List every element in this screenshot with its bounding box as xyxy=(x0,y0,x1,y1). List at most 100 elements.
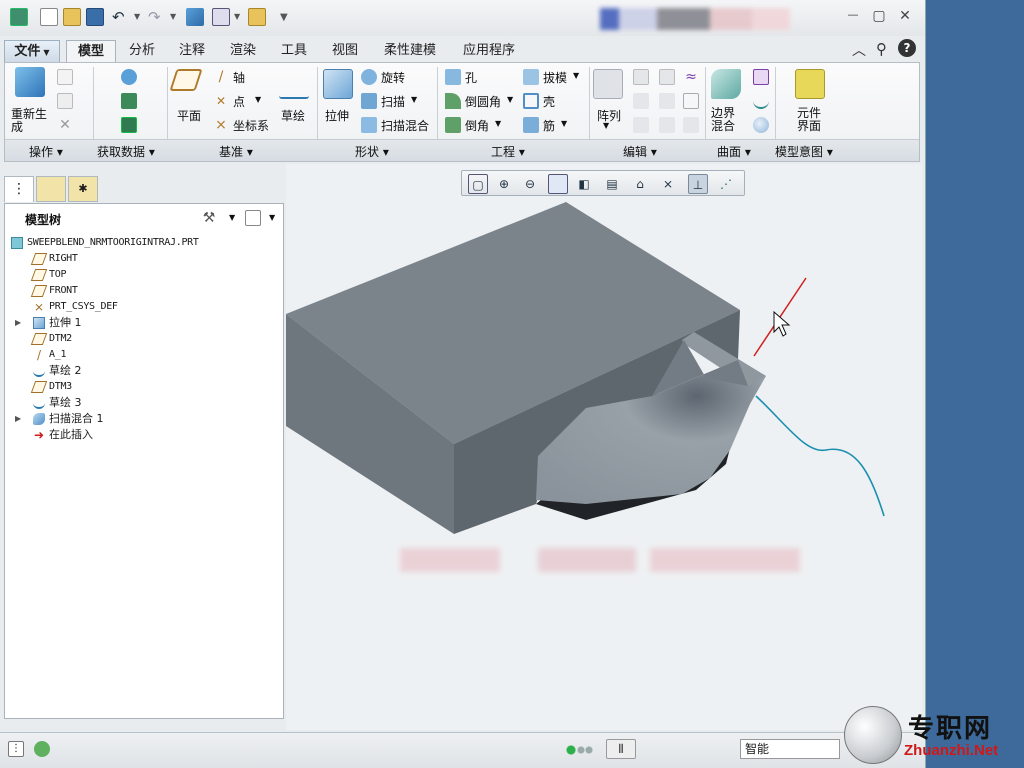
draft-icon[interactable] xyxy=(523,69,539,85)
extrude-icon[interactable] xyxy=(323,69,353,99)
tree-item[interactable]: ▶ 扫描混合 1 xyxy=(5,411,283,427)
shell-icon[interactable] xyxy=(523,93,539,109)
zoom-in-icon[interactable]: ⊕ xyxy=(494,174,514,194)
minimize-button[interactable]: — xyxy=(844,8,862,21)
tree-item[interactable]: ➜ 在此插入 xyxy=(5,427,283,443)
repaint-icon[interactable] xyxy=(548,174,568,194)
show-icon[interactable] xyxy=(245,210,261,226)
sweep-icon[interactable] xyxy=(361,93,377,109)
windows-icon[interactable] xyxy=(212,8,230,26)
trim-icon[interactable] xyxy=(659,93,675,109)
revolve-button[interactable]: 旋转 xyxy=(381,69,405,86)
tab-render[interactable]: 渲染 xyxy=(218,40,268,62)
solidify-icon[interactable] xyxy=(683,117,699,133)
view-manager-icon[interactable]: ⌂ xyxy=(630,174,650,194)
component-interface-icon[interactable] xyxy=(795,69,825,99)
chamfer-dropdown-icon[interactable]: ▼ xyxy=(495,119,501,128)
favorites-tab[interactable]: ✱ xyxy=(68,176,98,202)
undo-dropdown-icon[interactable]: ▼ xyxy=(134,12,140,21)
spin-center-icon[interactable]: ⋰ xyxy=(716,174,736,194)
shell-button[interactable]: 壳 xyxy=(543,93,555,110)
new-file-icon[interactable] xyxy=(40,8,58,26)
tab-applications[interactable]: 应用程序 xyxy=(450,40,528,62)
redo-icon[interactable]: ↷ xyxy=(148,8,166,26)
draft-dropdown-icon[interactable]: ▼ xyxy=(573,71,579,80)
show-navigator-icon[interactable]: ⋮ xyxy=(8,741,24,757)
expand-arrow-icon[interactable]: ▶ xyxy=(15,411,21,427)
sketch-button[interactable]: 草绘 xyxy=(281,107,305,124)
axis-button[interactable]: 轴 xyxy=(233,69,245,86)
tab-analysis[interactable]: 分析 xyxy=(118,40,166,62)
regenerate-icon[interactable] xyxy=(15,67,45,97)
mirror-icon[interactable] xyxy=(633,69,649,85)
windows-dropdown-icon[interactable]: ▼ xyxy=(234,12,240,21)
extrude-button[interactable]: 拉伸 xyxy=(325,107,349,124)
sweep-dropdown-icon[interactable]: ▼ xyxy=(411,95,417,104)
minimize-ribbon-icon[interactable]: ︿ xyxy=(852,40,866,60)
browser-toggle-icon[interactable] xyxy=(34,741,50,757)
group-engineering[interactable]: 工程 ▾ xyxy=(491,143,525,160)
boundary-blend-button[interactable]: 边界混合 xyxy=(711,107,743,133)
round-icon[interactable] xyxy=(445,93,461,109)
refit-icon[interactable]: ▢ xyxy=(468,174,488,194)
tab-tools[interactable]: 工具 xyxy=(270,40,318,62)
hole-icon[interactable] xyxy=(445,69,461,85)
tab-annotate[interactable]: 注释 xyxy=(168,40,216,62)
copy-icon[interactable] xyxy=(57,69,73,85)
paste-icon[interactable] xyxy=(57,93,73,109)
tab-flexible-modeling[interactable]: 柔性建模 xyxy=(372,40,448,62)
tab-model[interactable]: 模型 xyxy=(66,40,116,62)
customize-toolbar-icon[interactable]: ▼ xyxy=(280,12,288,23)
style-icon[interactable] xyxy=(753,93,769,109)
rib-icon[interactable] xyxy=(523,117,539,133)
copy-geometry-icon[interactable] xyxy=(121,93,137,109)
group-editing[interactable]: 编辑 ▾ xyxy=(623,143,657,160)
offset-icon[interactable] xyxy=(659,117,675,133)
pattern-dropdown-icon[interactable]: ▼ xyxy=(603,121,609,130)
csys-icon[interactable]: ⨯ xyxy=(213,117,229,133)
thicken-icon[interactable] xyxy=(683,93,699,109)
close-button[interactable]: ✕ xyxy=(896,8,914,24)
sweep-button[interactable]: 扫描 xyxy=(381,93,405,110)
close-window-icon[interactable] xyxy=(248,8,266,26)
annotation-display-icon[interactable]: ⊥ xyxy=(688,174,708,194)
tab-view[interactable]: 视图 xyxy=(320,40,370,62)
tree-item[interactable]: 草绘 3 xyxy=(5,395,283,411)
saved-orientations-icon[interactable]: ▤ xyxy=(602,174,622,194)
group-get-data[interactable]: 获取数据 ▾ xyxy=(97,143,155,160)
find-icon[interactable]: ⫴ xyxy=(606,739,636,759)
show-dropdown-icon[interactable]: ▼ xyxy=(269,213,275,222)
restore-button[interactable]: ▢ xyxy=(870,8,888,24)
hole-button[interactable]: 孔 xyxy=(465,69,477,86)
extend-icon[interactable] xyxy=(633,93,649,109)
freestyle-icon[interactable] xyxy=(753,117,769,133)
tree-item[interactable]: / A_1 xyxy=(5,347,283,363)
sketch-icon[interactable] xyxy=(279,69,309,99)
fill-surface-icon[interactable] xyxy=(753,69,769,85)
group-datum[interactable]: 基准 ▾ xyxy=(219,143,253,160)
swept-blend-button[interactable]: 扫描混合 xyxy=(381,117,429,134)
plane-button[interactable]: 平面 xyxy=(177,107,201,124)
point-dropdown-icon[interactable]: ▼ xyxy=(255,95,261,104)
delete-icon[interactable]: ✕ xyxy=(57,117,73,133)
project-icon[interactable] xyxy=(633,117,649,133)
folder-browser-tab[interactable] xyxy=(36,176,66,202)
tree-item[interactable]: ⨯ PRT_CSYS_DEF xyxy=(5,299,283,315)
tab-file[interactable]: 文件 ▼ xyxy=(4,40,60,62)
chamfer-button[interactable]: 倒角 xyxy=(465,117,489,134)
open-folder-icon[interactable] xyxy=(63,8,81,26)
shrinkwrap-icon[interactable] xyxy=(121,117,137,133)
round-dropdown-icon[interactable]: ▼ xyxy=(507,95,513,104)
axis-icon[interactable]: / xyxy=(213,69,229,85)
tree-item[interactable]: DTM2 xyxy=(5,331,283,347)
settings-dropdown-icon[interactable]: ▼ xyxy=(229,213,235,222)
graphics-area[interactable] xyxy=(286,164,922,730)
datum-plane-icon[interactable] xyxy=(169,69,203,91)
save-icon[interactable] xyxy=(86,8,104,26)
tree-item[interactable]: FRONT xyxy=(5,283,283,299)
search-icon[interactable]: ⚲ xyxy=(876,40,887,58)
regenerate-quick-icon[interactable] xyxy=(186,8,204,26)
rib-button[interactable]: 筋 xyxy=(543,117,555,134)
group-shapes[interactable]: 形状 ▾ xyxy=(355,143,389,160)
group-operations[interactable]: 操作 ▾ xyxy=(29,143,63,160)
